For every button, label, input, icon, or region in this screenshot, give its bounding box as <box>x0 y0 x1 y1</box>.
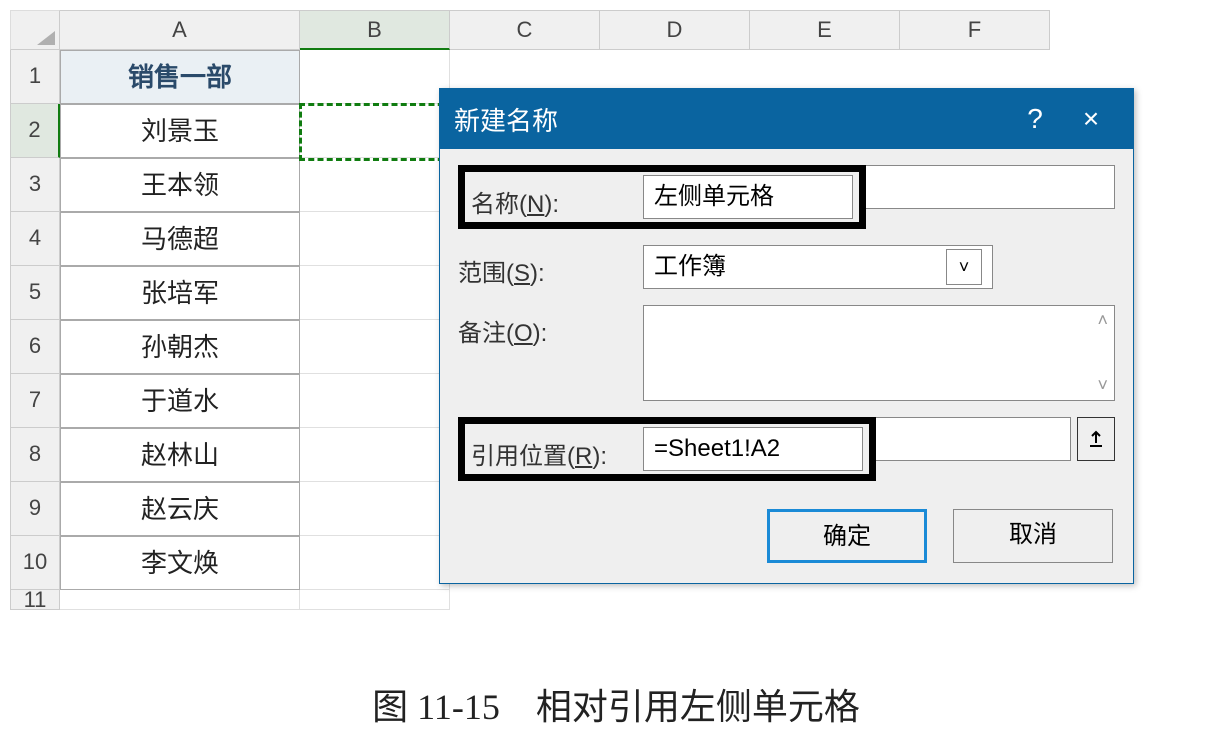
scope-row: 范围(S): 工作簿 ˅ <box>458 245 1115 289</box>
cell-A11[interactable] <box>60 590 300 610</box>
cell-A2[interactable]: 刘景玉 <box>60 104 300 158</box>
cell-A8[interactable]: 赵林山 <box>60 428 300 482</box>
range-picker-icon[interactable] <box>1077 417 1115 461</box>
scroll-up-icon[interactable]: ˄ <box>1097 310 1108 331</box>
row-header-3[interactable]: 3 <box>10 158 60 212</box>
col-header-D[interactable]: D <box>600 10 750 50</box>
close-icon[interactable]: × <box>1063 103 1119 135</box>
refers-input-extension[interactable] <box>876 417 1071 461</box>
cell-B10[interactable] <box>300 536 450 590</box>
cell-B2[interactable] <box>300 104 450 158</box>
cancel-button[interactable]: 取消 <box>953 509 1113 563</box>
refers-input[interactable]: =Sheet1!A2 <box>643 427 863 471</box>
comment-label: 备注(O): <box>458 305 643 348</box>
row-header-10[interactable]: 10 <box>10 536 60 590</box>
dialog-titlebar: 新建名称 ? × <box>440 89 1133 149</box>
scroll-down-icon[interactable]: ˅ <box>1097 375 1108 396</box>
col-header-F[interactable]: F <box>900 10 1050 50</box>
scope-label: 范围(S): <box>458 245 643 288</box>
cell-B8[interactable] <box>300 428 450 482</box>
refers-highlight: 引用位置(R): =Sheet1!A2 <box>458 417 876 481</box>
cell-A5[interactable]: 张培军 <box>60 266 300 320</box>
comment-textarea[interactable]: ˄ ˅ <box>643 305 1115 401</box>
row-header-2[interactable]: 2 <box>10 104 60 158</box>
col-header-E[interactable]: E <box>750 10 900 50</box>
refers-row: 引用位置(R): =Sheet1!A2 <box>458 417 1115 481</box>
ok-button[interactable]: 确定 <box>767 509 927 563</box>
name-input-extension[interactable] <box>866 165 1115 209</box>
row-header-1[interactable]: 1 <box>10 50 60 104</box>
dialog-buttons: 确定 取消 <box>440 497 1133 583</box>
scope-select[interactable]: 工作簿 ˅ <box>643 245 993 289</box>
comment-row: 备注(O): ˄ ˅ <box>458 305 1115 401</box>
row-header-4[interactable]: 4 <box>10 212 60 266</box>
cell-B11[interactable] <box>300 590 450 610</box>
cell-A3[interactable]: 王本领 <box>60 158 300 212</box>
row-header-9[interactable]: 9 <box>10 482 60 536</box>
cell-B9[interactable] <box>300 482 450 536</box>
name-input[interactable]: 左侧单元格 <box>643 175 853 219</box>
name-row: 名称(N): 左侧单元格 <box>458 165 1115 229</box>
cell-B7[interactable] <box>300 374 450 428</box>
row-11: 11 <box>10 590 1220 610</box>
dialog-title-text: 新建名称 <box>454 101 1007 138</box>
row-header-11[interactable]: 11 <box>10 590 60 610</box>
cell-B4[interactable] <box>300 212 450 266</box>
name-label: 名称(N): <box>465 176 643 219</box>
col-header-A[interactable]: A <box>60 10 300 50</box>
cell-A4[interactable]: 马德超 <box>60 212 300 266</box>
select-all-corner[interactable] <box>10 10 60 50</box>
new-name-dialog: 新建名称 ? × 名称(N): 左侧单元格 范围(S): 工作簿 ˅ <box>439 88 1134 584</box>
col-header-C[interactable]: C <box>450 10 600 50</box>
cell-B1[interactable] <box>300 50 450 104</box>
row-header-5[interactable]: 5 <box>10 266 60 320</box>
cell-A10[interactable]: 李文焕 <box>60 536 300 590</box>
figure-caption: 图 11-15 相对引用左侧单元格 <box>0 678 1232 730</box>
cell-A6[interactable]: 孙朝杰 <box>60 320 300 374</box>
row-header-7[interactable]: 7 <box>10 374 60 428</box>
dialog-body: 名称(N): 左侧单元格 范围(S): 工作簿 ˅ 备注(O): ˄ ˅ <box>440 149 1133 481</box>
name-highlight: 名称(N): 左侧单元格 <box>458 165 866 229</box>
cell-B5[interactable] <box>300 266 450 320</box>
col-header-B[interactable]: B <box>300 10 450 50</box>
cell-A9[interactable]: 赵云庆 <box>60 482 300 536</box>
help-button[interactable]: ? <box>1007 103 1063 135</box>
cell-A7[interactable]: 于道水 <box>60 374 300 428</box>
row-header-6[interactable]: 6 <box>10 320 60 374</box>
chevron-down-icon[interactable]: ˅ <box>946 249 982 285</box>
row-header-8[interactable]: 8 <box>10 428 60 482</box>
scope-value: 工作簿 <box>654 246 726 288</box>
refers-label: 引用位置(R): <box>465 428 643 471</box>
column-header-row: A B C D E F <box>10 10 1220 50</box>
cell-B3[interactable] <box>300 158 450 212</box>
cell-A1[interactable]: 销售一部 <box>60 50 300 104</box>
cell-B6[interactable] <box>300 320 450 374</box>
